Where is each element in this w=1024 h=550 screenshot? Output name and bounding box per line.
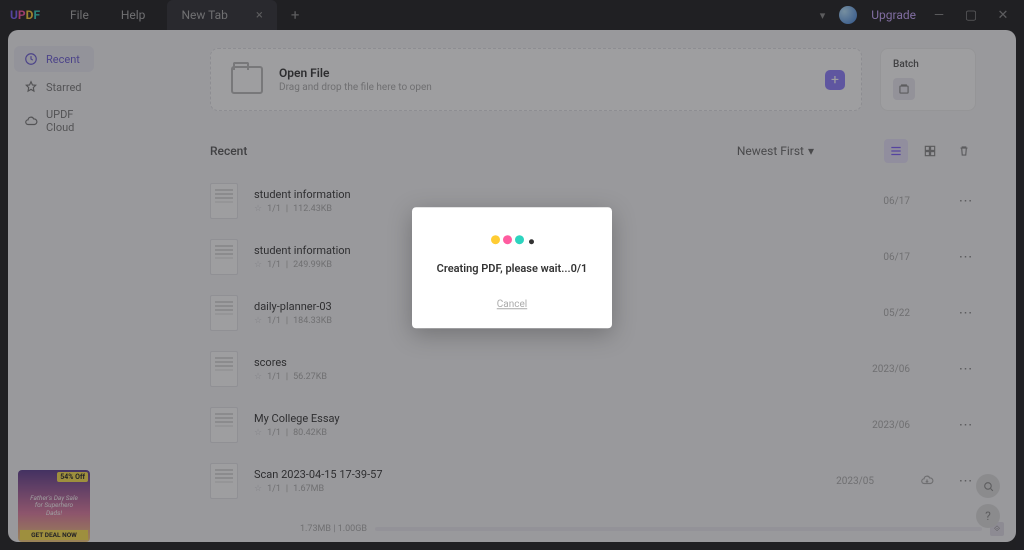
- spinner-icon: [428, 235, 596, 244]
- modal-message: Creating PDF, please wait...0/1: [428, 262, 596, 275]
- creating-pdf-modal: Creating PDF, please wait...0/1 Cancel: [412, 207, 612, 328]
- cancel-button[interactable]: Cancel: [428, 299, 596, 310]
